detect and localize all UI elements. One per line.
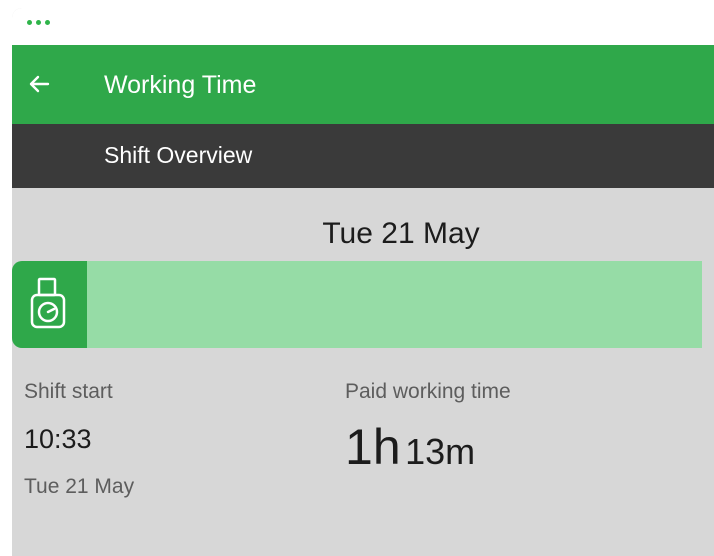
paid-hours-unit: h (372, 419, 401, 475)
shift-start-time: 10:33 (24, 424, 92, 454)
shift-start-label: Shift start (24, 380, 113, 403)
paid-minutes: 13 (405, 431, 446, 472)
window-menu-dots-icon[interactable] (27, 20, 50, 25)
sub-header-title: Shift Overview (104, 142, 253, 168)
app-title: Working Time (104, 71, 257, 99)
overview-date: Tue 21 May (322, 217, 480, 250)
sub-header: Shift Overview (12, 124, 714, 188)
shift-timeline-bar[interactable] (12, 261, 702, 348)
paid-minutes-unit: m (445, 431, 476, 472)
window-status-strip (12, 8, 714, 45)
paid-working-time-label: Paid working time (345, 380, 511, 403)
app-bar: Working Time (12, 45, 714, 124)
shift-marker[interactable] (12, 261, 87, 348)
paid-hours: 1 (345, 419, 373, 475)
tachograph-clock-icon (30, 277, 66, 329)
paid-working-time-value: 1h 13m (345, 418, 475, 476)
arrow-left-icon[interactable] (28, 73, 50, 95)
shift-start-date: Tue 21 May (24, 475, 135, 498)
